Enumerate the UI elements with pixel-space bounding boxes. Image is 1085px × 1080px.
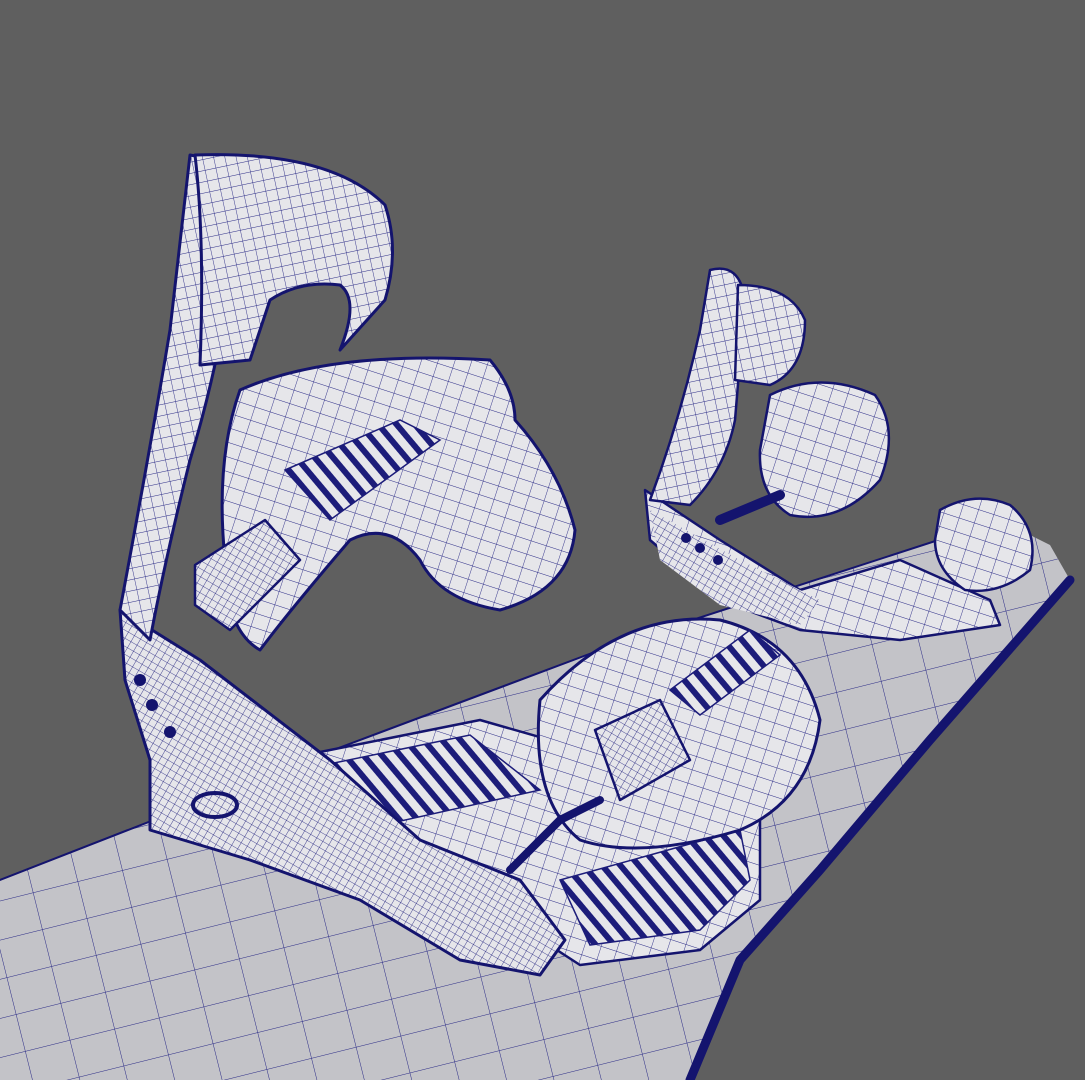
3d-viewport[interactable]: [0, 0, 1085, 1080]
wireframe-render-canvas[interactable]: [0, 0, 1085, 1080]
rear-toe-strap: [933, 497, 1034, 592]
